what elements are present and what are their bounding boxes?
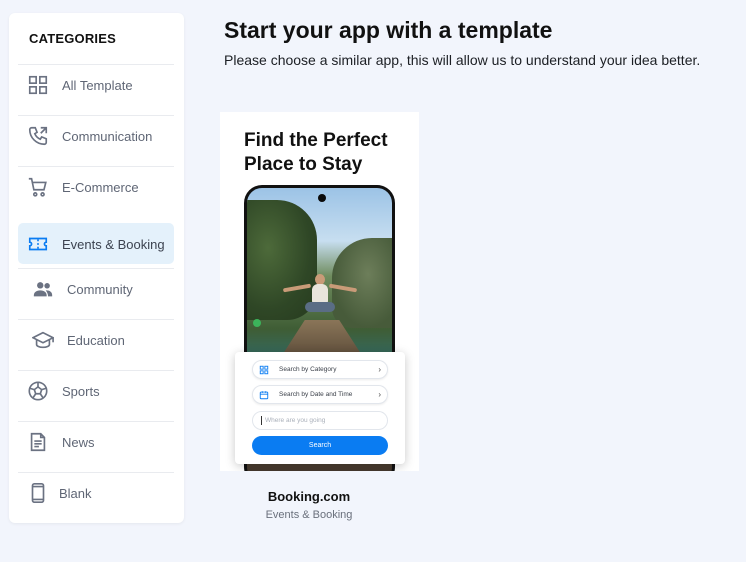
template-name: Booking.com (267, 489, 351, 504)
preview-heading: Find the Perfect Place to Stay (244, 130, 388, 175)
people-icon (31, 277, 55, 301)
grid-icon (26, 73, 50, 97)
categories-sidebar: CATEGORIES All Template Communication E-… (9, 13, 184, 523)
calendar-icon (259, 390, 269, 400)
preview-search-by-category: Search by Category › (252, 360, 388, 379)
sidebar-item-label: Community (67, 281, 133, 297)
sidebar-item-label: All Template (62, 77, 133, 93)
preview-where-placeholder: Where are you going (265, 417, 326, 424)
sidebar-item-label: Blank (59, 485, 92, 501)
mobile-device-icon (26, 481, 50, 505)
sidebar-item-label: Communication (62, 128, 153, 144)
page-subtitle: Please choose a similar app, this will a… (224, 52, 701, 68)
sidebar-item-blank[interactable]: Blank (18, 472, 174, 513)
phone-forward-icon (26, 124, 50, 148)
sidebar-title: CATEGORIES (29, 31, 116, 46)
template-category: Events & Booking (265, 509, 353, 521)
sidebar-item-e-commerce[interactable]: E-Commerce (18, 166, 174, 207)
camera-notch (318, 194, 326, 202)
soccer-ball-icon (26, 379, 50, 403)
sidebar-item-label: Education (67, 332, 125, 348)
preview-search-button: Search (252, 436, 388, 455)
sidebar-item-community[interactable]: Community (18, 268, 174, 309)
graduation-cap-icon (31, 328, 55, 352)
sidebar-item-sports[interactable]: Sports (18, 370, 174, 411)
grid-icon (259, 365, 269, 375)
template-card-booking[interactable]: Find the Perfect Place to Stay Search by… (220, 112, 419, 471)
chevron-right-icon: › (378, 365, 381, 374)
preview-search-by-date-label: Search by Date and Time (279, 391, 353, 398)
sidebar-item-events-booking[interactable]: Events & Booking (18, 223, 174, 264)
cart-icon (26, 175, 50, 199)
sidebar-item-education[interactable]: Education (18, 319, 174, 360)
article-icon (26, 430, 50, 454)
ticket-icon (26, 232, 50, 256)
sidebar-item-label: Sports (62, 383, 100, 399)
sidebar-item-label: Events & Booking (62, 236, 165, 252)
preview-search-panel: Search by Category › Search by Date and … (235, 352, 405, 464)
sidebar-item-all-template[interactable]: All Template (18, 64, 174, 105)
sidebar-item-communication[interactable]: Communication (18, 115, 174, 156)
preview-where-input: Where are you going (252, 411, 388, 430)
sidebar-item-label: E-Commerce (62, 179, 139, 195)
sidebar-item-news[interactable]: News (18, 421, 174, 462)
preview-search-by-date: Search by Date and Time › (252, 385, 388, 404)
preview-search-by-category-label: Search by Category (279, 366, 337, 373)
chevron-right-icon: › (378, 390, 381, 399)
page-title: Start your app with a template (224, 17, 553, 43)
sidebar-item-label: News (62, 434, 95, 450)
